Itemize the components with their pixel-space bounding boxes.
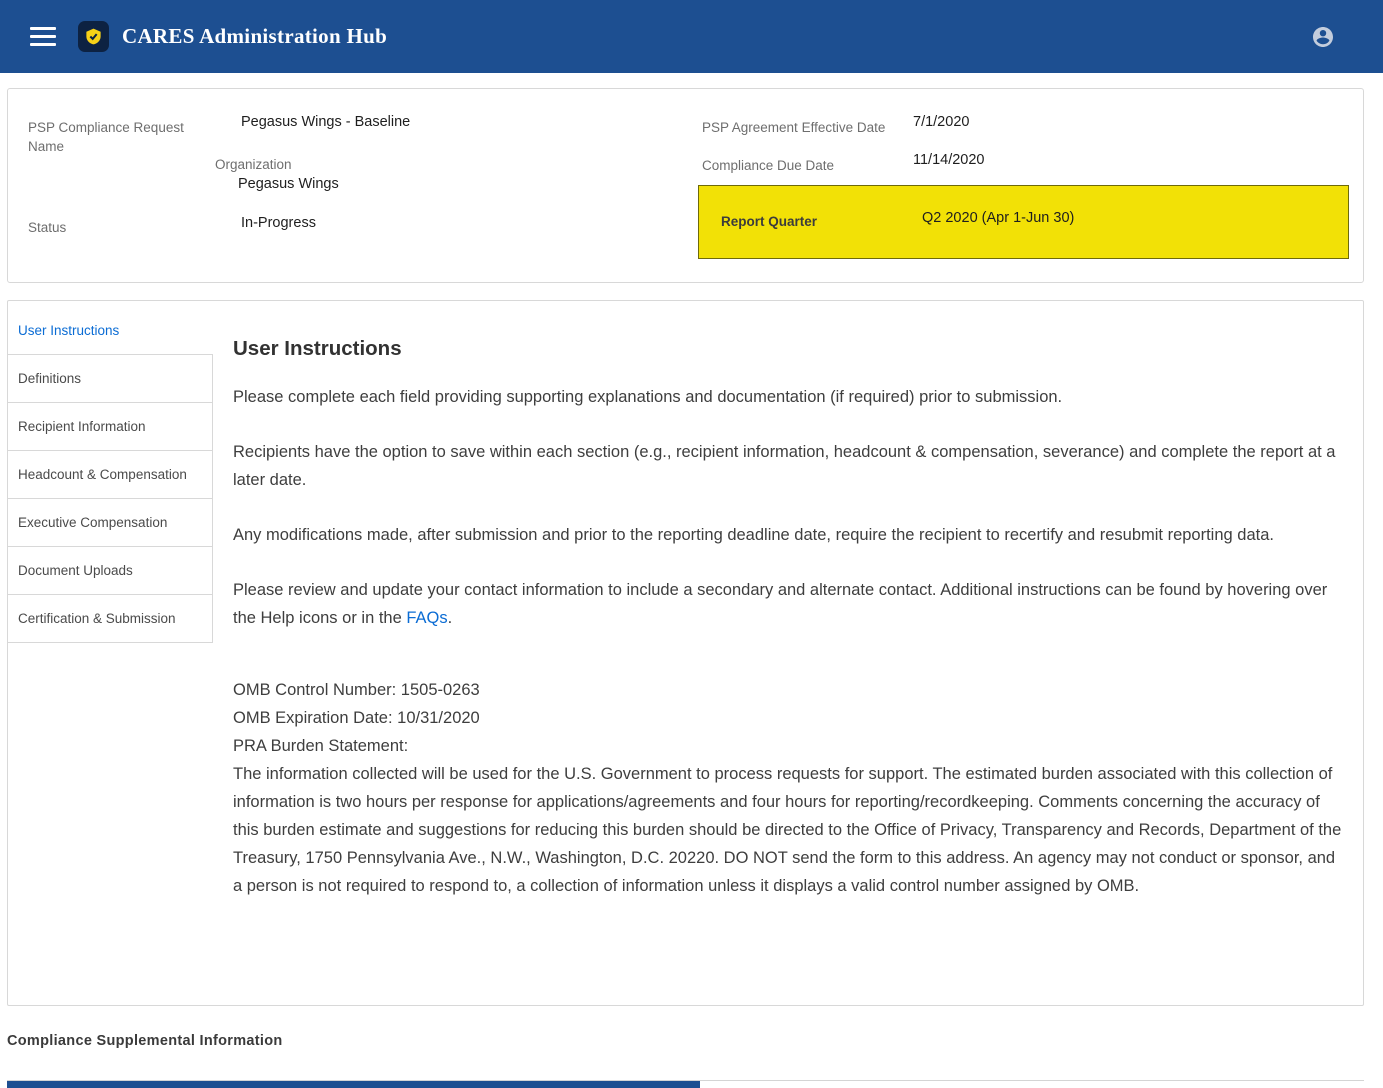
sidebar-item-executive-compensation[interactable]: Executive Compensation [8, 499, 213, 547]
report-quarter-value: Q2 2020 (Apr 1-Jun 30) [922, 210, 1074, 226]
request-name-label: PSP Compliance Request Name [28, 118, 188, 156]
sidebar-item-headcount-compensation[interactable]: Headcount & Compensation [8, 451, 213, 499]
app-logo-icon [78, 21, 109, 52]
sidebar-item-user-instructions[interactable]: User Instructions [8, 307, 213, 355]
instructions-paragraph-3: Any modifications made, after submission… [233, 521, 1345, 549]
app-title: CARES Administration Hub [122, 24, 387, 49]
pra-burden-statement-text: The information collected will be used f… [233, 760, 1345, 900]
sidebar-item-certification-submission[interactable]: Certification & Submission [8, 595, 213, 643]
omb-control-number: OMB Control Number: 1505-0263 [233, 676, 1345, 704]
omb-expiration-date: OMB Expiration Date: 10/31/2020 [233, 704, 1345, 732]
instructions-paragraph-1: Please complete each field providing sup… [233, 383, 1345, 411]
omb-block: OMB Control Number: 1505-0263 OMB Expira… [233, 676, 1345, 900]
paragraph-4-period: . [448, 609, 453, 627]
paragraph-4-text: Please review and update your contact in… [233, 581, 1327, 627]
supplemental-panel-top [7, 1080, 1364, 1088]
supplemental-active-tab[interactable] [7, 1081, 700, 1088]
due-date-label: Compliance Due Date [702, 156, 834, 175]
user-instructions-content: User Instructions Please complete each f… [213, 301, 1363, 1005]
effective-date-value: 7/1/2020 [913, 114, 969, 130]
sidebar-item-document-uploads[interactable]: Document Uploads [8, 547, 213, 595]
status-value: In-Progress [241, 215, 316, 231]
organization-value: Pegasus Wings [238, 176, 339, 192]
compliance-summary-panel: PSP Compliance Request Name Pegasus Wing… [7, 88, 1364, 283]
report-main-panel: User Instructions Definitions Recipient … [7, 300, 1364, 1006]
user-avatar-icon[interactable] [1311, 25, 1335, 49]
due-date-value: 11/14/2020 [913, 152, 985, 168]
report-quarter-label: Report Quarter [721, 214, 817, 229]
status-label: Status [28, 218, 66, 237]
request-name-value: Pegasus Wings - Baseline [241, 114, 410, 130]
effective-date-label: PSP Agreement Effective Date [702, 118, 885, 137]
compliance-supplemental-heading: Compliance Supplemental Information [7, 1033, 283, 1049]
top-navbar: CARES Administration Hub [0, 0, 1383, 73]
sidebar-item-recipient-information[interactable]: Recipient Information [8, 403, 213, 451]
instructions-paragraph-4: Please review and update your contact in… [233, 576, 1345, 632]
instructions-paragraph-2: Recipients have the option to save withi… [233, 438, 1345, 494]
sidebar-item-definitions[interactable]: Definitions [8, 355, 213, 403]
report-quarter-highlight: Report Quarter Q2 2020 (Apr 1-Jun 30) [698, 185, 1349, 259]
section-nav-sidebar: User Instructions Definitions Recipient … [8, 301, 213, 643]
organization-label: Organization [215, 155, 292, 174]
faq-link[interactable]: FAQs [406, 609, 447, 627]
pra-burden-statement-label: PRA Burden Statement: [233, 732, 1345, 760]
hamburger-menu-icon[interactable] [30, 22, 56, 51]
content-heading: User Instructions [233, 337, 1345, 361]
